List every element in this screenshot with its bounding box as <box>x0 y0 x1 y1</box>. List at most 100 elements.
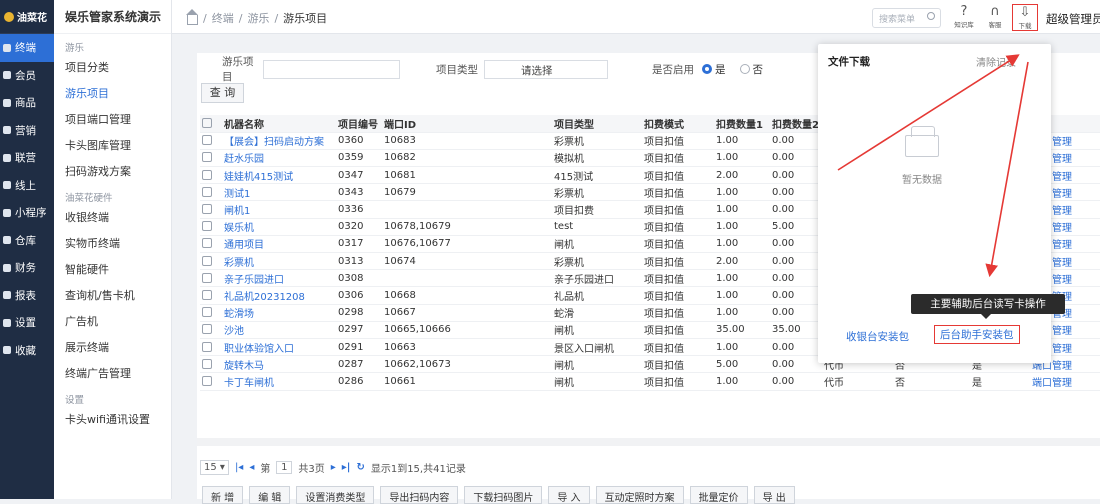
menu-search-input[interactable]: 搜索菜单 <box>872 8 941 28</box>
row-checkbox[interactable] <box>200 166 222 185</box>
machine-name-link[interactable]: 【展会】扫码启动方案 <box>222 132 336 150</box>
row-checkbox[interactable] <box>200 252 222 271</box>
machine-name-link[interactable]: 礼品机20231208 <box>222 286 336 305</box>
left-nav-item[interactable]: 联营 <box>0 144 54 172</box>
machine-name-link[interactable]: 娃娃机415测试 <box>222 166 336 185</box>
action-button[interactable]: 批量定价 <box>689 486 748 504</box>
action-button[interactable]: 导出扫码内容 <box>380 486 459 504</box>
user-menu[interactable]: 超级管理员 <box>1046 11 1100 27</box>
machine-name-link[interactable]: 卡丁车闸机 <box>222 372 336 391</box>
sub-nav-item[interactable]: 智能硬件 <box>54 256 171 282</box>
select-all-checkbox[interactable] <box>200 115 222 133</box>
clear-records-link[interactable]: 清除记录 <box>976 54 1016 69</box>
sub-nav-item[interactable]: 实物币终端 <box>54 230 171 256</box>
home-icon[interactable] <box>186 8 198 25</box>
row-checkbox[interactable] <box>200 149 222 168</box>
row-checkbox[interactable] <box>200 218 222 236</box>
action-button[interactable]: 编 辑 <box>249 486 291 504</box>
left-nav-item[interactable]: 财务 <box>0 254 54 282</box>
machine-name-link[interactable]: 闸机1 <box>222 200 336 219</box>
action-button[interactable]: 新 增 <box>202 486 244 504</box>
left-nav-item[interactable]: 会员 <box>0 62 54 90</box>
action-button[interactable]: 互动定照时方案 <box>595 486 684 504</box>
cashier-package-link[interactable]: 收银台安装包 <box>846 329 909 344</box>
column-header: 扣费模式 <box>642 115 714 133</box>
action-button[interactable]: 导 出 <box>753 486 795 504</box>
machine-name-link[interactable]: 彩票机 <box>222 252 336 271</box>
helper-package-link[interactable]: 后台助手安装包 <box>934 325 1020 344</box>
machine-name-link[interactable]: 测试1 <box>222 183 336 202</box>
sub-nav-item[interactable]: 查询机/售卡机 <box>54 282 171 308</box>
left-nav-item[interactable]: 仓库 <box>0 227 54 255</box>
knowledge-base-button[interactable]: ? 知识库 <box>951 4 977 31</box>
table-cell: 5.00 <box>714 355 770 374</box>
machine-name-link[interactable]: 职业体验馆入口 <box>222 338 336 357</box>
table-cell: 1.00 <box>714 304 770 322</box>
sub-nav-item[interactable]: 项目端口管理 <box>54 106 171 132</box>
sub-nav-item[interactable]: 卡头图库管理 <box>54 132 171 158</box>
row-checkbox[interactable] <box>200 269 222 288</box>
machine-name-link[interactable]: 娱乐机 <box>222 218 336 236</box>
machine-name-link[interactable]: 蛇滑场 <box>222 304 336 322</box>
sub-nav-item[interactable]: 游乐项目 <box>54 80 171 106</box>
brand[interactable]: 油菜花 <box>0 0 54 34</box>
type-filter-select[interactable]: 请选择 <box>484 59 608 79</box>
sub-nav-item[interactable]: 项目分类 <box>54 54 171 80</box>
sub-nav-item[interactable]: 展示终端 <box>54 334 171 360</box>
breadcrumb-item[interactable]: 游乐 <box>247 10 269 26</box>
row-checkbox[interactable] <box>200 200 222 219</box>
left-nav-label: 小程序 <box>15 207 47 220</box>
left-nav-item[interactable]: 终端 <box>0 34 54 62</box>
table-cell: 0317 <box>336 235 382 254</box>
project-filter-input[interactable] <box>263 59 400 79</box>
action-button[interactable]: 导 入 <box>548 486 590 504</box>
first-page-icon[interactable]: |◂ <box>235 462 243 473</box>
left-nav-item[interactable]: 商品 <box>0 89 54 117</box>
machine-name-link[interactable]: 旋转木马 <box>222 355 336 374</box>
row-checkbox[interactable] <box>200 183 222 202</box>
machine-name-link[interactable]: 通用项目 <box>222 235 336 254</box>
left-nav-item[interactable]: 线上 <box>0 172 54 200</box>
row-checkbox[interactable] <box>200 321 222 339</box>
table-cell: 0.00 <box>770 235 822 254</box>
refresh-icon[interactable]: ↻ <box>356 462 364 473</box>
row-checkbox[interactable] <box>200 132 222 150</box>
row-checkbox[interactable] <box>200 286 222 305</box>
port-manage-link[interactable]: 端口管理 <box>1030 372 1100 391</box>
sub-nav-item[interactable]: 扫码游戏方案 <box>54 158 171 184</box>
sub-nav-item[interactable]: 终端广告管理 <box>54 360 171 386</box>
left-nav-item[interactable]: 设置 <box>0 309 54 337</box>
row-checkbox[interactable] <box>200 355 222 374</box>
download-button[interactable]: ⇩ 下载 <box>1012 4 1038 31</box>
enabled-no-radio[interactable]: 否 <box>739 62 763 77</box>
next-page-icon[interactable]: ▸ <box>331 462 336 473</box>
page-size-select[interactable]: 15 ▾ <box>200 459 229 475</box>
row-checkbox[interactable] <box>200 338 222 357</box>
action-button[interactable]: 设置消费类型 <box>296 486 375 504</box>
left-nav-item[interactable]: 小程序 <box>0 199 54 227</box>
table-row[interactable]: 卡丁车闸机 0286 10661 闸机 项目扣值 1.00 0.00 代币否是端口管理 <box>200 372 1100 391</box>
breadcrumb-item[interactable]: 终端 <box>212 10 234 26</box>
prev-page-icon[interactable]: ◂ <box>249 462 254 473</box>
sub-nav-group-heading: 油菜花硬件 <box>65 193 113 204</box>
left-nav-item[interactable]: 报表 <box>0 282 54 310</box>
table-cell: 代币 <box>822 372 893 391</box>
enabled-yes-radio[interactable]: 是 <box>702 62 726 77</box>
left-nav-item[interactable]: 营销 <box>0 117 54 145</box>
machine-name-link[interactable]: 赶水乐园 <box>222 149 336 168</box>
machine-name-link[interactable]: 亲子乐园进口 <box>222 269 336 288</box>
sub-nav-item[interactable]: 卡头wifi通讯设置 <box>54 406 171 432</box>
query-button[interactable]: 查 询 <box>201 83 244 103</box>
last-page-icon[interactable]: ▸| <box>342 462 351 473</box>
row-checkbox[interactable] <box>200 304 222 322</box>
machine-name-link[interactable]: 沙池 <box>222 321 336 339</box>
left-nav-item[interactable]: 收藏 <box>0 337 54 365</box>
sub-nav-item[interactable]: 广告机 <box>54 308 171 334</box>
page-number-input[interactable]: 1 <box>276 460 293 474</box>
sub-nav-item[interactable]: 收银终端 <box>54 204 171 230</box>
action-button[interactable]: 下载扫码图片 <box>464 486 543 504</box>
support-button[interactable]: ∩ 客服 <box>982 4 1008 31</box>
row-checkbox[interactable] <box>200 235 222 254</box>
horizontal-scrollbar[interactable] <box>197 438 1100 446</box>
row-checkbox[interactable] <box>200 372 222 391</box>
